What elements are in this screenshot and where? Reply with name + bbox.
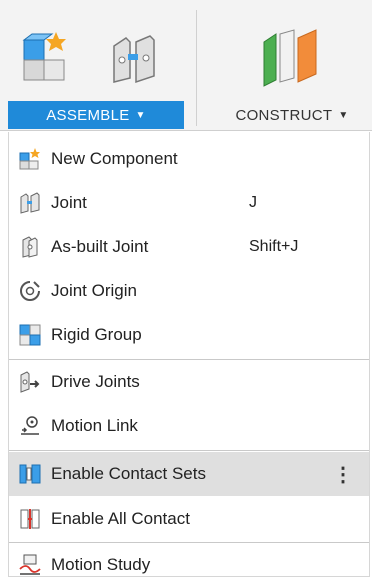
menu-item-label: New Component — [51, 149, 178, 168]
menu-divider — [9, 542, 369, 543]
menu-item-joint[interactable]: Joint J — [9, 182, 369, 224]
menu-item-shortcut: Shift+J — [249, 238, 299, 255]
rigid-group-icon — [15, 322, 45, 348]
menu-item-label: Motion Study — [51, 555, 151, 574]
menu-item-shortcut: J — [249, 194, 257, 211]
construct-plane-large-icon[interactable] — [258, 28, 326, 88]
enable-all-contact-icon — [15, 506, 45, 532]
menu-item-label: As-built Joint — [51, 237, 149, 256]
menu-item-joint-origin[interactable]: Joint Origin — [9, 270, 369, 312]
menu-divider — [9, 359, 369, 360]
menu-item-motion-study[interactable]: Motion Study — [9, 544, 369, 586]
menu-item-rigid-group[interactable]: Rigid Group — [9, 314, 369, 356]
menu-item-label: Rigid Group — [51, 325, 142, 344]
tab-construct-label: CONSTRUCT — [235, 106, 333, 124]
assemble-dropdown-menu: New Component Joint J As-built Joint Shi… — [8, 132, 370, 577]
motion-study-icon — [15, 552, 45, 578]
tab-construct[interactable]: CONSTRUCT ▼ — [214, 101, 370, 129]
as-built-joint-icon — [15, 234, 45, 260]
menu-item-label: Motion Link — [51, 416, 138, 435]
tab-assemble[interactable]: ASSEMBLE ▼ — [8, 101, 184, 129]
new-component-large-icon[interactable] — [18, 30, 74, 86]
menu-item-label: Enable Contact Sets — [51, 464, 206, 483]
caret-down-icon: ▼ — [338, 109, 349, 121]
joint-origin-icon — [15, 278, 45, 304]
menu-item-label: Joint — [51, 193, 87, 212]
drive-joints-icon — [15, 369, 45, 395]
menu-item-label: Joint Origin — [51, 281, 137, 300]
menu-item-new-component[interactable]: New Component — [9, 138, 369, 180]
new-component-icon — [15, 146, 45, 172]
menu-item-as-built-joint[interactable]: As-built Joint Shift+J — [9, 226, 369, 268]
menu-item-enable-all-contact[interactable]: Enable All Contact — [9, 498, 369, 540]
more-options-icon[interactable]: ⋮ — [333, 462, 353, 487]
menu-item-label: Enable All Contact — [51, 509, 190, 528]
toolbar-divider — [196, 10, 197, 126]
menu-item-motion-link[interactable]: Motion Link — [9, 405, 369, 447]
tab-assemble-label: ASSEMBLE — [46, 106, 130, 124]
menu-item-drive-joints[interactable]: Drive Joints — [9, 361, 369, 403]
menu-item-label: Drive Joints — [51, 372, 140, 391]
joint-icon — [15, 190, 45, 216]
toolbar: ASSEMBLE ▼ CONSTRUCT ▼ — [0, 0, 372, 131]
enable-contact-sets-icon — [15, 461, 45, 487]
menu-divider — [9, 450, 369, 451]
motion-link-icon — [15, 413, 45, 439]
caret-down-icon: ▼ — [135, 109, 146, 121]
menu-item-enable-contact-sets[interactable]: Enable Contact Sets ⋮ — [9, 452, 369, 496]
joint-large-icon[interactable] — [106, 32, 160, 86]
